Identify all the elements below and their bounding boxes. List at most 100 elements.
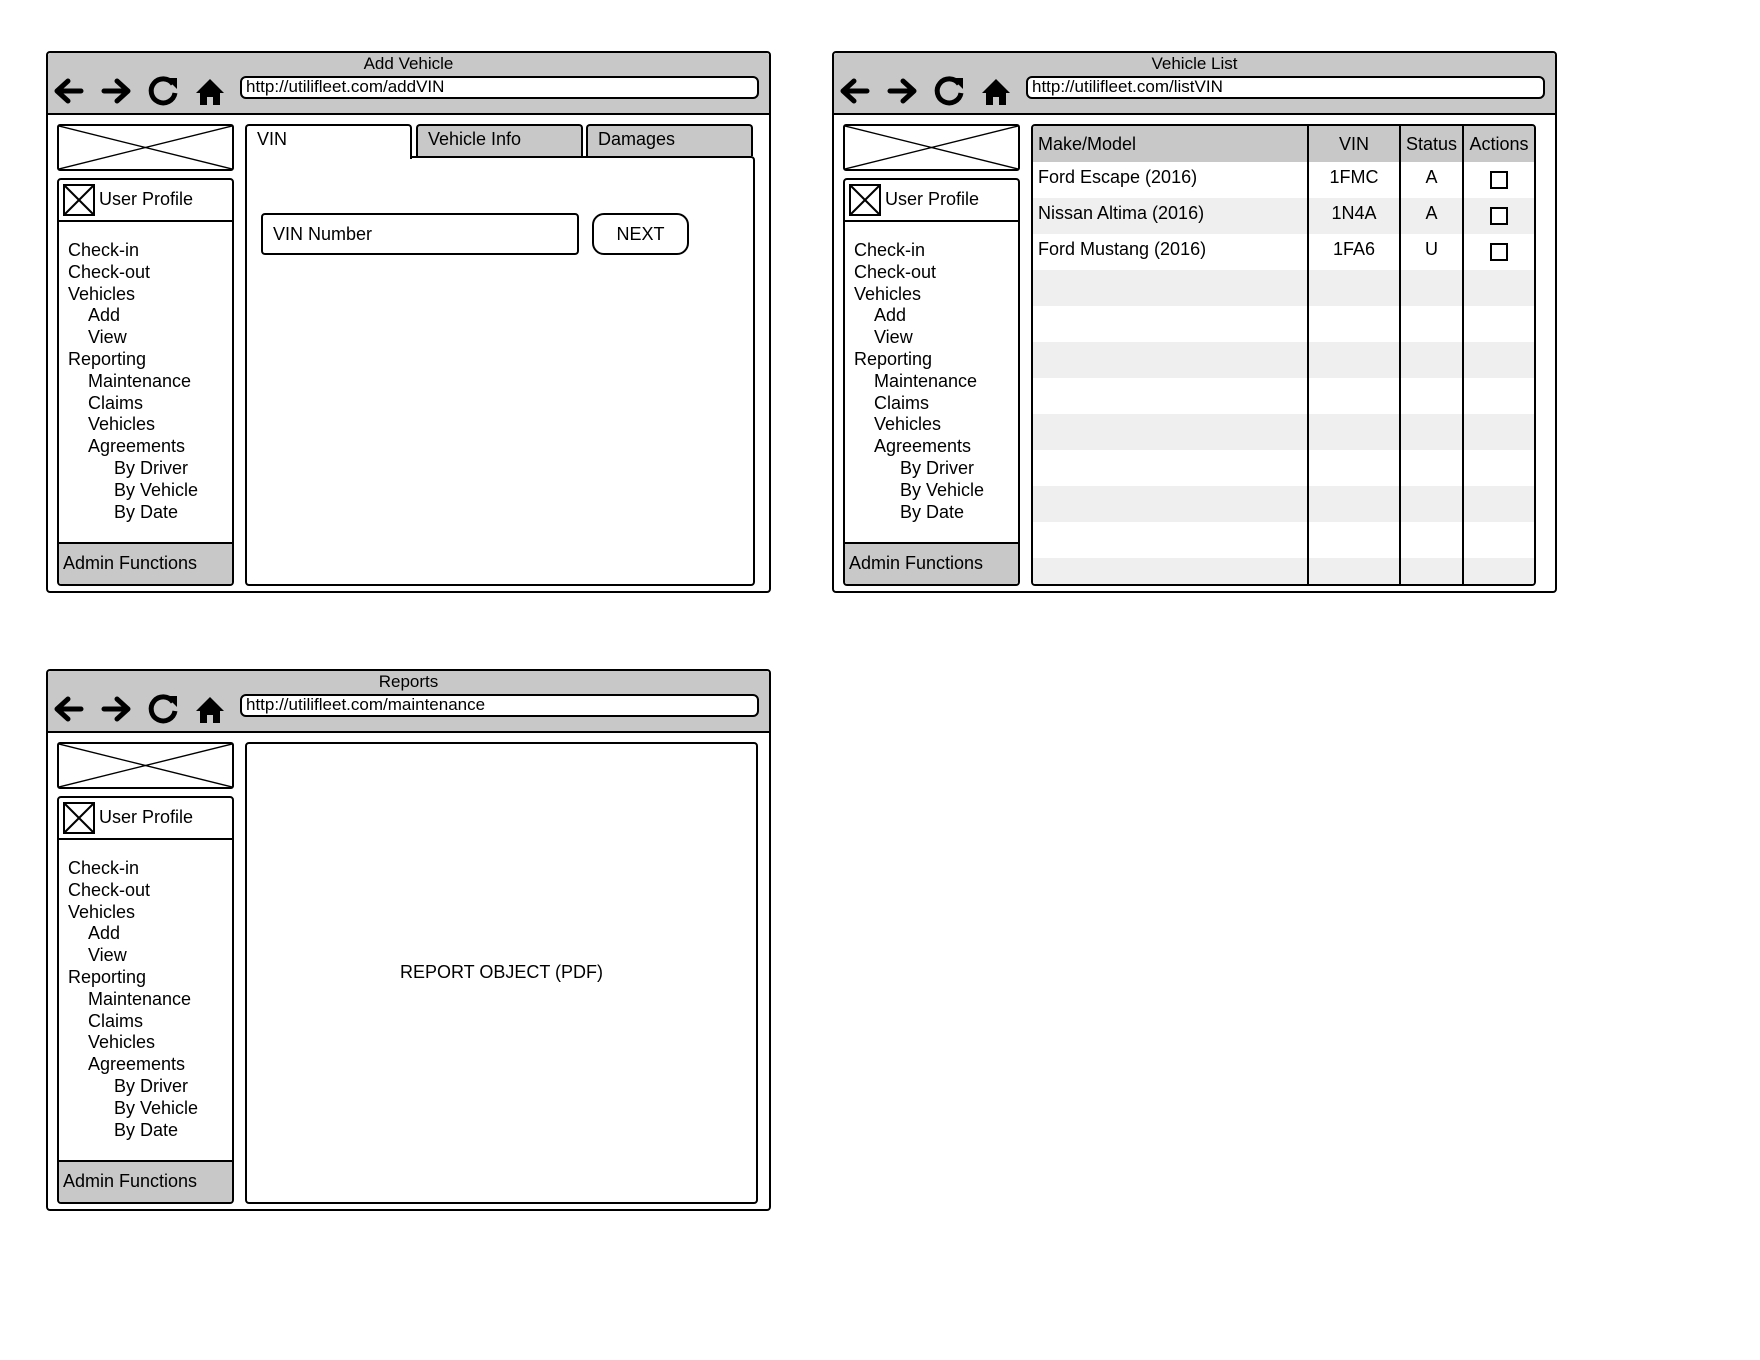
sidebar-item-by-date[interactable]: By Date — [68, 502, 198, 524]
back-arrow-icon[interactable] — [50, 72, 88, 110]
cell-vin: 1FMC — [1307, 162, 1400, 198]
sidebar-item-by-vehicle[interactable]: By Vehicle — [68, 480, 198, 502]
report-viewer[interactable]: REPORT OBJECT (PDF) — [245, 742, 758, 1204]
tab-damages[interactable]: Damages — [586, 124, 753, 156]
reload-icon[interactable] — [930, 72, 968, 110]
sidebar-item-vehicles[interactable]: Vehicles — [854, 284, 984, 306]
sidebar-item-agreements[interactable]: Agreements — [854, 436, 984, 458]
browser-toolbar: Vehicle List http://utilifleet.com/listV… — [834, 53, 1555, 115]
empty-table-row — [1033, 270, 1534, 306]
avatar-placeholder-icon — [63, 802, 95, 834]
table-row[interactable]: Ford Mustang (2016) 1FA6 U — [1033, 234, 1534, 270]
table-row[interactable]: Nissan Altima (2016) 1N4A A — [1033, 198, 1534, 234]
sidebar-item-by-date[interactable]: By Date — [854, 502, 984, 524]
url-bar[interactable]: http://utilifleet.com/addVIN — [240, 76, 759, 99]
user-profile[interactable]: User Profile — [59, 180, 232, 222]
sidebar-item-reporting[interactable]: Reporting — [68, 967, 198, 989]
column-header-make-model[interactable]: Make/Model — [1033, 126, 1308, 162]
sidebar-nav: User Profile Check-in Check-out Vehicles… — [57, 178, 234, 586]
cell-actions — [1462, 162, 1534, 198]
forward-arrow-icon[interactable] — [883, 72, 921, 110]
sidebar-item-check-in[interactable]: Check-in — [68, 240, 198, 262]
sidebar-nav: User Profile Check-in Check-out Vehicles… — [843, 178, 1020, 586]
sidebar-item-by-driver[interactable]: By Driver — [854, 458, 984, 480]
vehicle-table: Make/Model VIN Status Actions Ford Escap… — [1031, 124, 1536, 586]
forward-arrow-icon[interactable] — [97, 72, 135, 110]
sidebar-item-check-out[interactable]: Check-out — [854, 262, 984, 284]
sidebar-item-by-vehicle[interactable]: By Vehicle — [854, 480, 984, 502]
back-arrow-icon[interactable] — [50, 690, 88, 728]
sidebar-item-by-driver[interactable]: By Driver — [68, 1076, 198, 1098]
sidebar-item-vehicles[interactable]: Vehicles — [68, 902, 198, 924]
sidebar-item-add[interactable]: Add — [854, 305, 984, 327]
sidebar-item-reporting[interactable]: Reporting — [68, 349, 198, 371]
sidebar-item-add[interactable]: Add — [68, 923, 198, 945]
admin-functions-button[interactable]: Admin Functions — [845, 542, 1018, 584]
sidebar-item-maintenance[interactable]: Maintenance — [854, 371, 984, 393]
home-icon[interactable] — [191, 690, 229, 728]
sidebar-item-maintenance[interactable]: Maintenance — [68, 371, 198, 393]
sidebar-item-by-date[interactable]: By Date — [68, 1120, 198, 1142]
table-row[interactable]: Ford Escape (2016) 1FMC A — [1033, 162, 1534, 198]
report-object-label: REPORT OBJECT (PDF) — [399, 962, 604, 982]
sidebar-item-check-out[interactable]: Check-out — [68, 262, 198, 284]
sidebar-item-report-vehicles[interactable]: Vehicles — [854, 414, 984, 436]
tab-vin[interactable]: VIN — [245, 124, 412, 159]
user-profile-label: User Profile — [99, 807, 194, 827]
cell-status: U — [1399, 234, 1463, 270]
sidebar-item-claims[interactable]: Claims — [68, 393, 198, 415]
reports-window: Reports http://utilifleet.com/maintenanc… — [46, 669, 771, 1211]
vin-number-input[interactable] — [261, 213, 579, 255]
row-checkbox[interactable] — [1490, 243, 1508, 261]
sidebar-item-reporting[interactable]: Reporting — [854, 349, 984, 371]
logo-placeholder-icon — [57, 742, 234, 789]
url-bar[interactable]: http://utilifleet.com/maintenance — [240, 694, 759, 717]
add-vehicle-window: Add Vehicle http://utilifleet.com/addVIN… — [46, 51, 771, 593]
url-bar[interactable]: http://utilifleet.com/listVIN — [1026, 76, 1545, 99]
cell-status: A — [1399, 162, 1463, 198]
sidebar-item-vehicles[interactable]: Vehicles — [68, 284, 198, 306]
sidebar-item-maintenance[interactable]: Maintenance — [68, 989, 198, 1011]
table-header-row: Make/Model VIN Status Actions — [1033, 126, 1534, 162]
cell-make-model: Ford Mustang (2016) — [1038, 239, 1207, 259]
sidebar-item-agreements[interactable]: Agreements — [68, 436, 198, 458]
user-profile[interactable]: User Profile — [845, 180, 1018, 222]
vin-tab-panel: NEXT — [245, 156, 755, 586]
reload-icon[interactable] — [144, 72, 182, 110]
sidebar-item-by-driver[interactable]: By Driver — [68, 458, 198, 480]
sidebar-item-report-vehicles[interactable]: Vehicles — [68, 414, 198, 436]
forward-arrow-icon[interactable] — [97, 690, 135, 728]
home-icon[interactable] — [191, 72, 229, 110]
sidebar-item-view[interactable]: View — [68, 945, 198, 967]
column-header-status[interactable]: Status — [1399, 126, 1463, 162]
row-checkbox[interactable] — [1490, 207, 1508, 225]
empty-table-row — [1033, 486, 1534, 522]
sidebar-item-agreements[interactable]: Agreements — [68, 1054, 198, 1076]
column-header-vin[interactable]: VIN — [1307, 126, 1400, 162]
reload-icon[interactable] — [144, 690, 182, 728]
home-icon[interactable] — [977, 72, 1015, 110]
sidebar-item-check-in[interactable]: Check-in — [854, 240, 984, 262]
sidebar-item-view[interactable]: View — [854, 327, 984, 349]
sidebar-item-by-vehicle[interactable]: By Vehicle — [68, 1098, 198, 1120]
cell-actions — [1462, 234, 1534, 270]
admin-functions-button[interactable]: Admin Functions — [59, 542, 232, 584]
user-profile-label: User Profile — [885, 189, 980, 209]
admin-functions-button[interactable]: Admin Functions — [59, 1160, 232, 1202]
next-button[interactable]: NEXT — [592, 213, 689, 255]
back-arrow-icon[interactable] — [836, 72, 874, 110]
empty-table-row — [1033, 378, 1534, 414]
sidebar-item-add[interactable]: Add — [68, 305, 198, 327]
sidebar-item-report-vehicles[interactable]: Vehicles — [68, 1032, 198, 1054]
sidebar-item-claims[interactable]: Claims — [854, 393, 984, 415]
sidebar-item-check-in[interactable]: Check-in — [68, 858, 198, 880]
tab-vehicle-info[interactable]: Vehicle Info — [416, 124, 583, 156]
window-title: Reports — [378, 672, 439, 691]
user-profile[interactable]: User Profile — [59, 798, 232, 840]
sidebar-item-claims[interactable]: Claims — [68, 1011, 198, 1033]
empty-table-row — [1033, 342, 1534, 378]
logo-placeholder-icon — [57, 124, 234, 171]
sidebar-item-view[interactable]: View — [68, 327, 198, 349]
sidebar-item-check-out[interactable]: Check-out — [68, 880, 198, 902]
row-checkbox[interactable] — [1490, 171, 1508, 189]
